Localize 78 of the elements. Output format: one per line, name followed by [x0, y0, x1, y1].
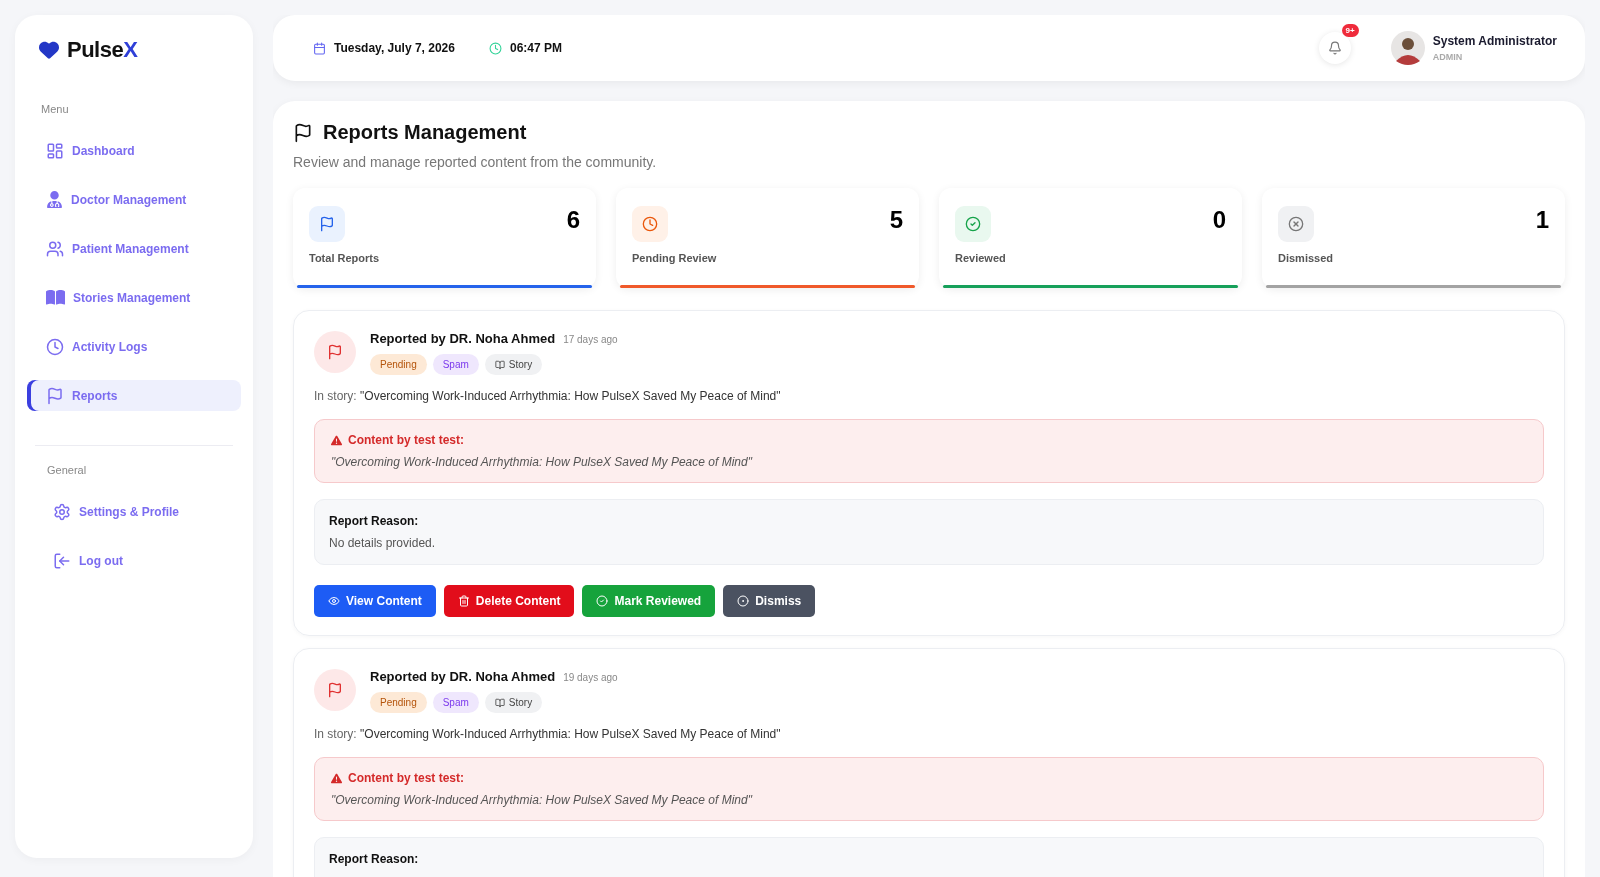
calendar-icon: [313, 41, 326, 55]
page-subtitle: Review and manage reported content from the community.: [293, 154, 658, 170]
date-text: Tuesday, July 7, 2026: [334, 41, 455, 55]
clock-icon: [642, 216, 658, 232]
flag-icon: [293, 122, 313, 143]
book-icon: [46, 288, 65, 307]
stat-label: Dismissed: [1278, 252, 1335, 264]
section-title: General: [46, 464, 88, 476]
clock-icon: [46, 337, 64, 356]
reason-heading: Report Reason:: [329, 514, 420, 528]
logout-icon: [53, 551, 71, 570]
nav-item[interactable]: Activity Logs: [27, 331, 241, 362]
status-tag: Pending: [370, 354, 427, 375]
content-quote: "Overcoming Work-Induced Arrhythmia: How PulseX Saved My Peace of Mind": [331, 793, 754, 807]
flag-icon: [319, 216, 335, 232]
avatar: [1390, 31, 1425, 65]
report-age: 19 days ago: [563, 672, 618, 683]
settings-icon: [53, 502, 71, 521]
book-icon: [494, 697, 505, 708]
eye-icon: [328, 595, 340, 607]
content-heading: Content by test test:: [348, 771, 464, 785]
nav-item[interactable]: Stories Management: [27, 282, 241, 313]
user-role: ADMIN: [1432, 52, 1464, 62]
content-quote: "Overcoming Work-Induced Arrhythmia: How PulseX Saved My Peace of Mind": [331, 455, 754, 469]
nav-item[interactable]: Patient Management: [27, 233, 241, 264]
nav-item[interactable]: Dashboard: [27, 135, 241, 166]
reporter-name: Reported by DR. Noha Ahmed: [370, 669, 556, 684]
nav-item[interactable]: Reports: [27, 380, 241, 411]
report-age: 17 days ago: [563, 334, 618, 345]
dashboard-icon: [46, 141, 64, 160]
reason-heading: Report Reason:: [329, 852, 420, 866]
flag-icon: [327, 344, 343, 360]
x-circle-icon: [1288, 216, 1304, 232]
warning-icon: [331, 772, 342, 784]
time-text: 06:47 PM: [509, 41, 562, 55]
users-icon: [46, 239, 64, 258]
page-title: Reports Management: [323, 121, 527, 144]
notification-badge: 9+: [1341, 24, 1359, 37]
type-tag: Story: [484, 692, 543, 713]
category-tag: Spam: [432, 692, 479, 713]
nav-item[interactable]: Doctor Management: [27, 184, 241, 215]
notification-button[interactable]: [1318, 32, 1351, 64]
content-heading: Content by test test:: [348, 433, 464, 447]
stat-value: 0: [1212, 206, 1226, 234]
delete-content-button[interactable]: Delete Content: [443, 585, 575, 617]
stat-label: Total Reports: [309, 252, 381, 264]
clock-icon: [488, 41, 502, 55]
section-title: Menu: [40, 103, 70, 115]
status-tag: Pending: [370, 692, 427, 713]
doctor-icon: [46, 191, 63, 208]
type-tag: Story: [484, 354, 543, 375]
dismiss-button[interactable]: Dismiss: [723, 585, 816, 617]
nav-item[interactable]: Log out: [27, 545, 241, 576]
story-line: In story: "Overcoming Work-Induced Arrhythmia: How PulseX Saved My Peace of Mind": [314, 389, 782, 403]
dot-circle-icon: [737, 595, 750, 607]
logo-text: PulseX: [67, 37, 138, 63]
mark-reviewed-button[interactable]: Mark Reviewed: [582, 585, 716, 617]
stat-value: 5: [889, 206, 903, 234]
nav-item[interactable]: Settings & Profile: [27, 496, 241, 527]
stat-label: Reviewed: [955, 252, 1007, 264]
heart-logo-icon: [39, 40, 59, 60]
stat-label: Pending Review: [632, 252, 718, 264]
category-tag: Spam: [432, 354, 479, 375]
check-circle-icon: [596, 595, 609, 607]
story-line: In story: "Overcoming Work-Induced Arrhythmia: How PulseX Saved My Peace of Mind": [314, 727, 782, 741]
flag-icon: [327, 682, 343, 698]
book-icon: [494, 359, 505, 370]
flag-icon: [46, 386, 64, 405]
reason-text: No details provided.: [329, 536, 437, 550]
stat-value: 1: [1535, 206, 1549, 234]
user-name: System Administrator: [1432, 34, 1557, 48]
view-content-button[interactable]: View Content: [314, 585, 436, 617]
warning-icon: [331, 434, 342, 446]
stat-value: 6: [566, 206, 580, 234]
check-circle-icon: [965, 216, 981, 232]
bell-icon: [1327, 41, 1342, 55]
reporter-name: Reported by DR. Noha Ahmed: [370, 331, 556, 346]
trash-icon: [457, 595, 470, 607]
